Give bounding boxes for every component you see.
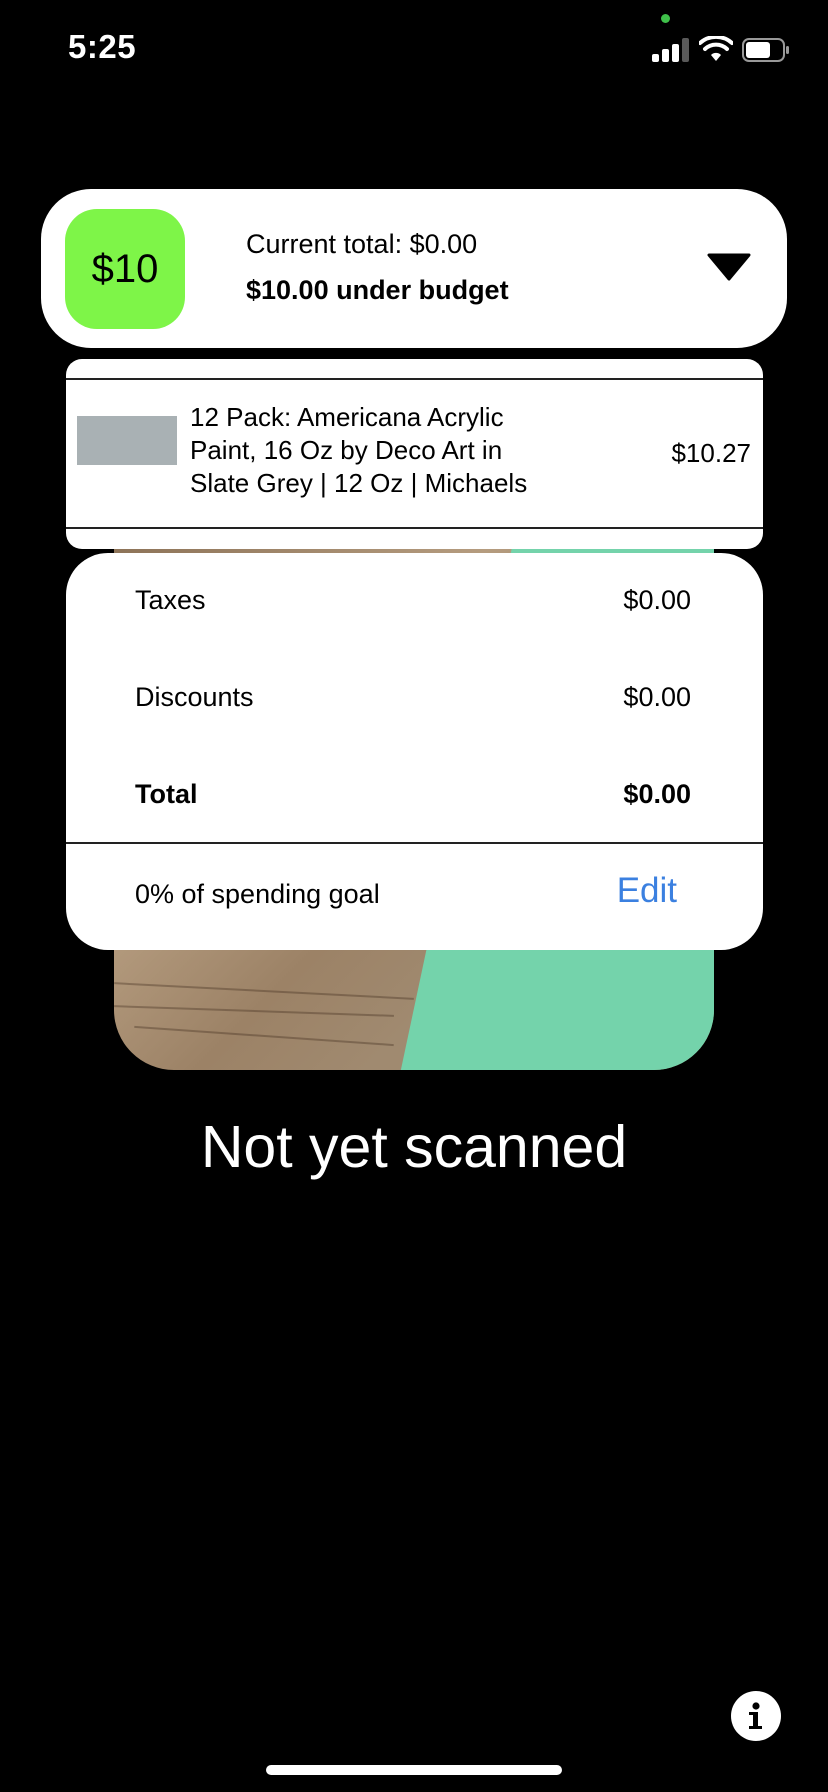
item-price: $10.27 — [671, 438, 751, 468]
budget-amount-badge: $10 — [65, 209, 185, 329]
battery-icon — [742, 38, 789, 62]
cellular-signal-icon — [652, 38, 690, 62]
edit-goal-button[interactable]: Edit — [617, 871, 677, 911]
scanned-items-list: 12 Pack: Americana Acrylic Paint, 16 Oz … — [66, 359, 763, 549]
camera-in-use-indicator — [661, 14, 670, 23]
item-thumbnail — [77, 416, 177, 465]
screen: 5:25 $10 Current total: $0.00 $10.00 und… — [0, 0, 828, 1792]
taxes-label: Taxes — [135, 585, 206, 615]
taxes-value: $0.00 — [623, 585, 691, 615]
spending-goal-text: 0% of spending goal — [135, 879, 380, 909]
budget-summary-card[interactable]: $10 Current total: $0.00 $10.00 under bu… — [41, 189, 787, 348]
discounts-value: $0.00 — [623, 682, 691, 712]
info-icon — [749, 1702, 762, 1729]
totals-card: Taxes $0.00 Discounts $0.00 Total $0.00 … — [66, 553, 763, 950]
status-time: 5:25 — [68, 28, 137, 65]
scan-status-text: Not yet scanned — [200, 1114, 628, 1180]
discounts-label: Discounts — [135, 682, 254, 712]
divider — [66, 378, 763, 380]
chevron-down-icon[interactable] — [707, 253, 751, 281]
divider — [66, 842, 763, 844]
total-label: Total — [135, 779, 198, 809]
item-name: 12 Pack: Americana Acrylic Paint, 16 Oz … — [190, 402, 528, 498]
info-button[interactable] — [731, 1691, 781, 1741]
home-indicator[interactable] — [266, 1765, 562, 1775]
total-value: $0.00 — [623, 779, 691, 809]
wifi-icon — [699, 36, 733, 61]
current-total-text: Current total: $0.00 — [246, 229, 478, 259]
budget-status-text: $10.00 under budget — [246, 275, 509, 305]
divider — [66, 527, 763, 529]
